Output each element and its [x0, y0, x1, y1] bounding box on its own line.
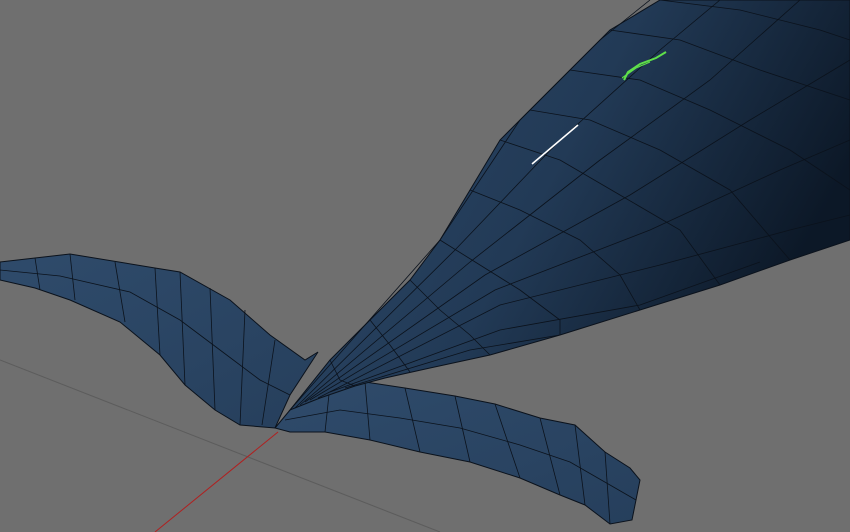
right-fin[interactable]: [274, 381, 641, 525]
x-axis-line: [154, 431, 279, 532]
tail-body[interactable]: [288, 0, 850, 412]
3d-viewport[interactable]: [0, 0, 850, 532]
viewport-canvas[interactable]: [0, 0, 850, 532]
